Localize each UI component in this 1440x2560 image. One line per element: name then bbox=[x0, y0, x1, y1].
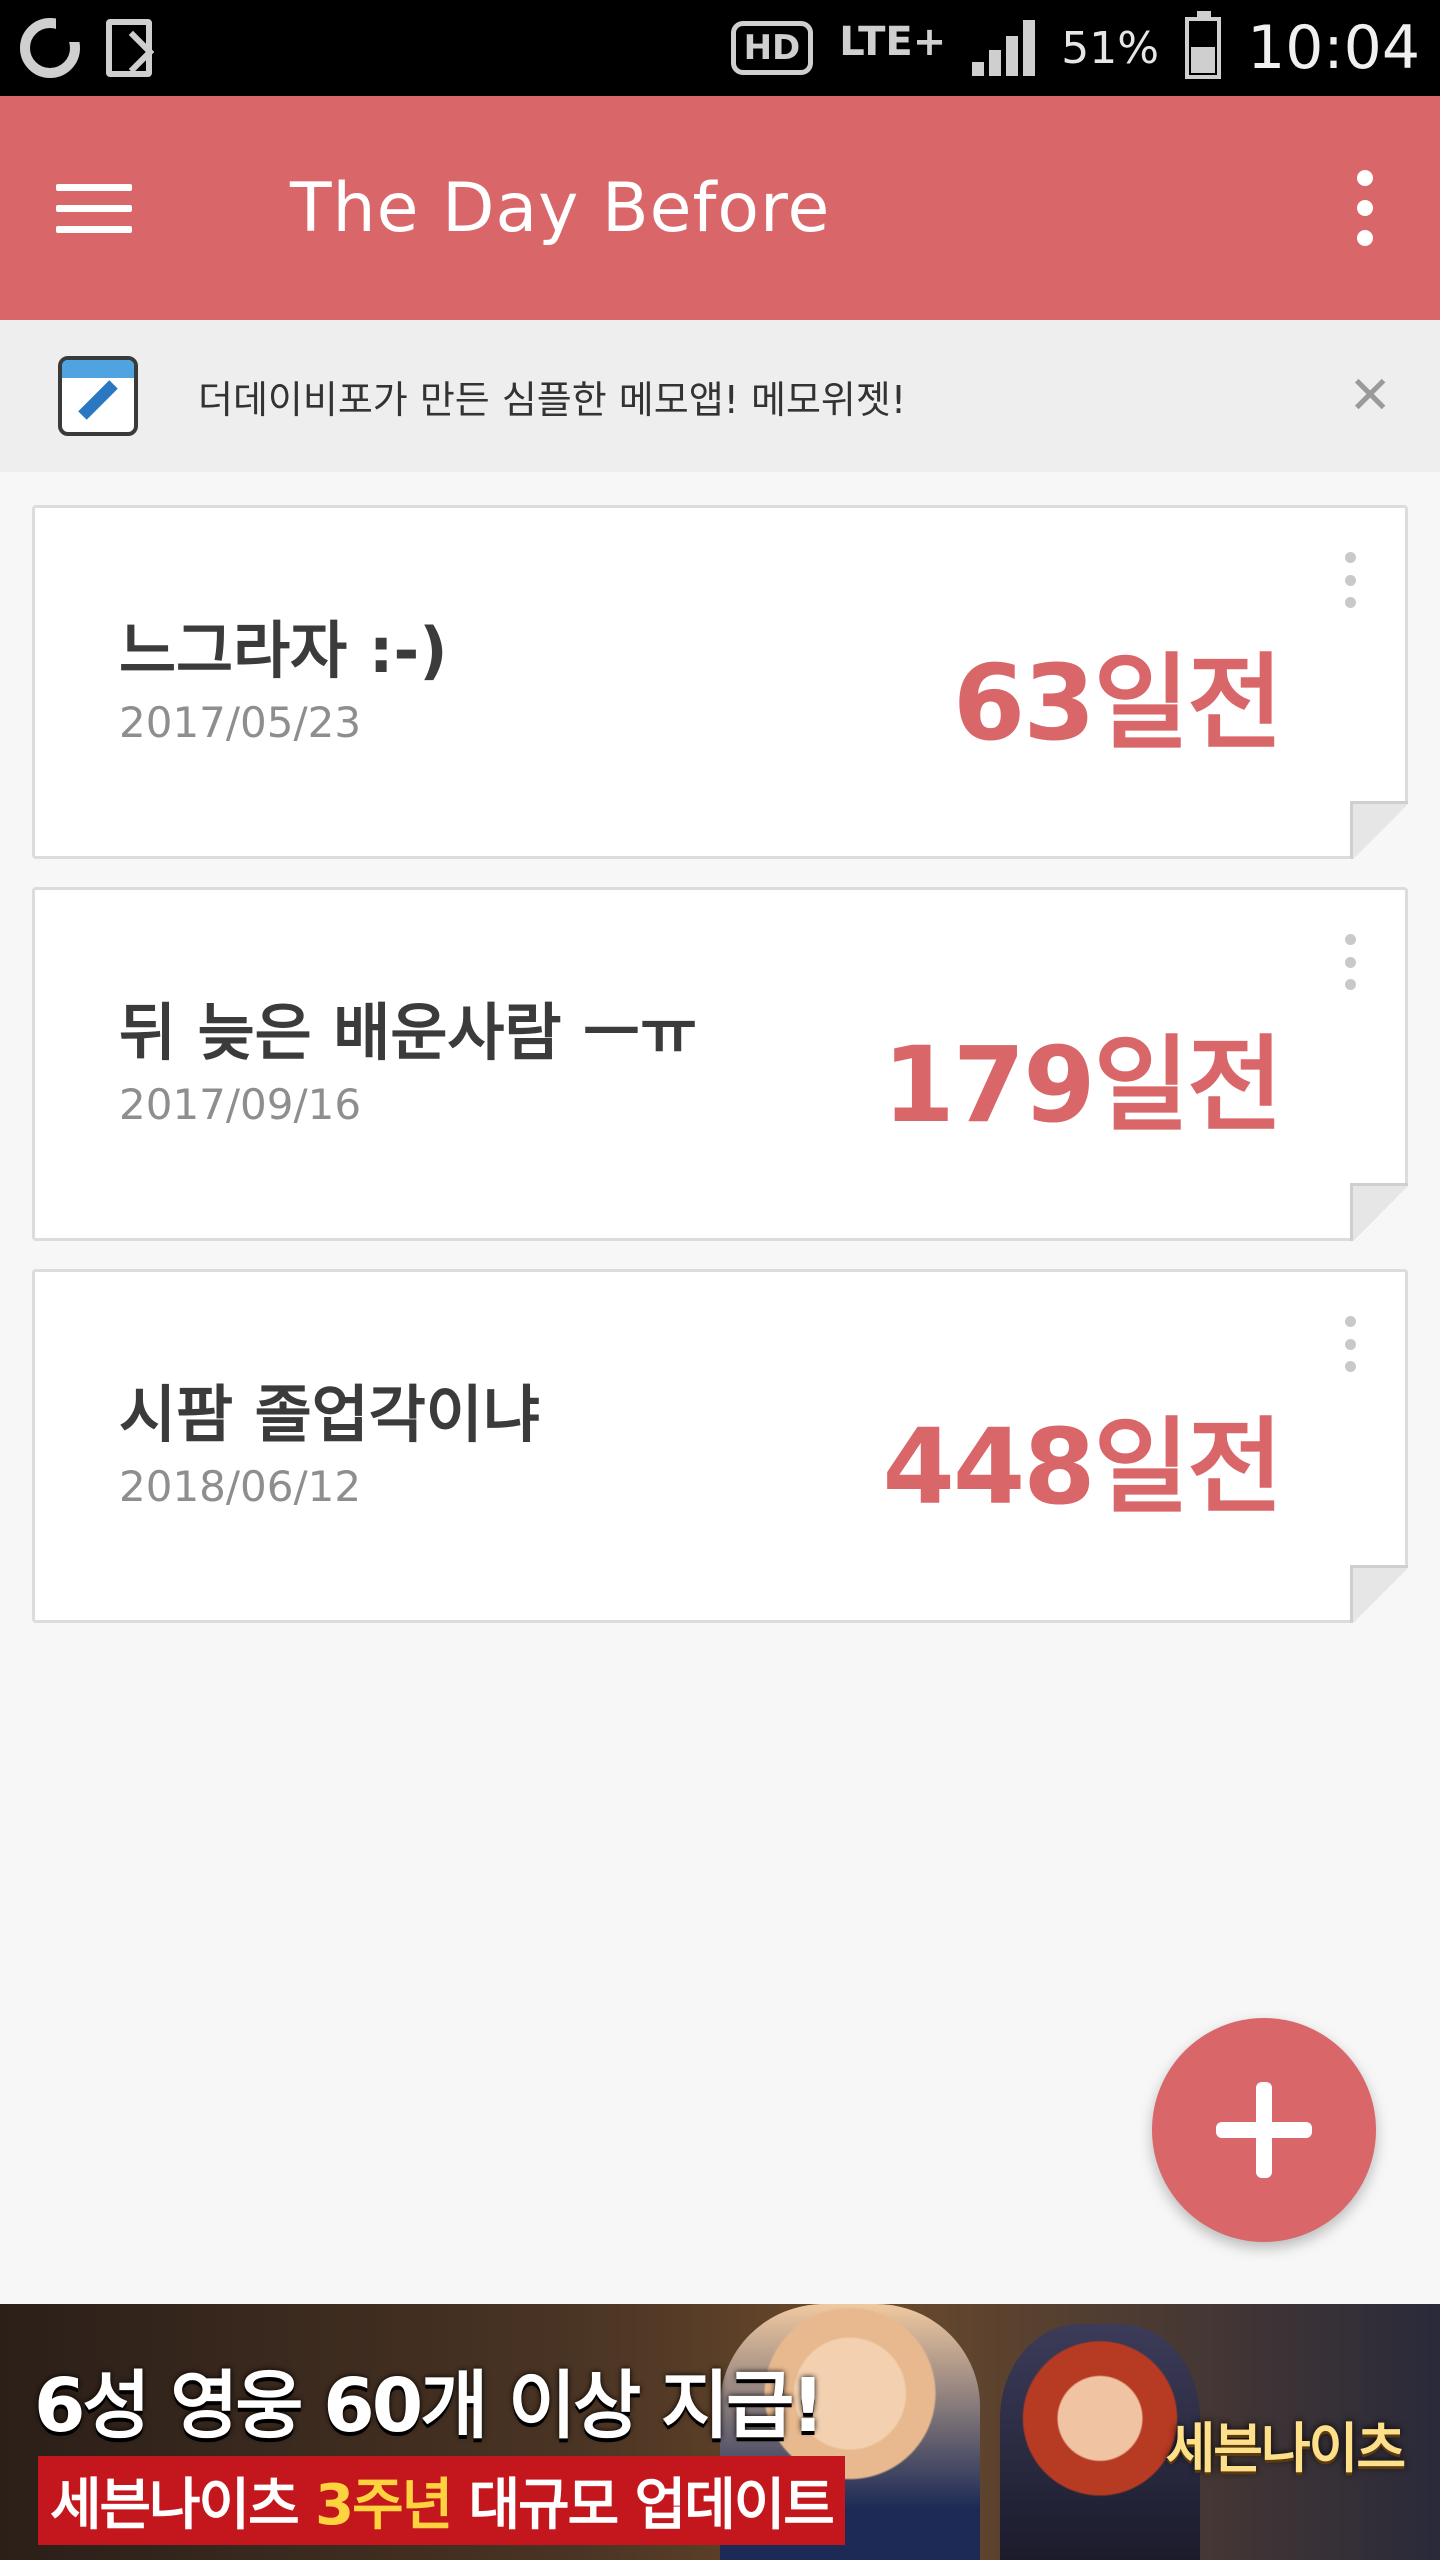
plus-icon bbox=[1216, 2082, 1312, 2178]
card-day-count: 63일전 bbox=[952, 642, 1283, 764]
promo-text: 더데이비포가 만든 심플한 메모앱! 메모위젯! bbox=[198, 377, 907, 422]
battery-percent: 51% bbox=[1061, 22, 1160, 74]
ad-sub-prefix: 세븐나이츠 bbox=[50, 2473, 316, 2538]
card-title: 시팜 졸업각이냐 bbox=[119, 1378, 540, 1451]
card-day-count: 179일전 bbox=[882, 1024, 1283, 1146]
status-right: HD LTE+ 51% 10:04 bbox=[730, 11, 1420, 83]
ad-logo: 세븐나이츠 bbox=[1165, 2417, 1406, 2480]
ad-subheadline: 세븐나이츠 3주년 대규모 업데이트 bbox=[38, 2456, 845, 2545]
card-more-icon[interactable] bbox=[1335, 1316, 1365, 1372]
card-title: 느그라자 :-) bbox=[119, 614, 448, 687]
clock: 10:04 bbox=[1247, 13, 1420, 83]
lte-icon: LTE+ bbox=[839, 19, 947, 65]
page-curl-icon bbox=[1350, 1183, 1408, 1241]
status-left bbox=[20, 16, 152, 78]
card-date: 2017/09/16 bbox=[119, 1080, 362, 1129]
dday-card[interactable]: 뒤 늦은 배운사람 ㅡㅠ 2017/09/16 179일전 bbox=[32, 887, 1408, 1241]
card-more-icon[interactable] bbox=[1335, 934, 1365, 990]
ad-banner[interactable]: 6성 영웅 60개 이상 지급! 세븐나이츠 3주년 대규모 업데이트 세븐나이… bbox=[0, 2304, 1440, 2560]
card-title: 뒤 늦은 배운사람 ㅡㅠ bbox=[119, 996, 698, 1069]
dday-card[interactable]: 시팜 졸업각이냐 2018/06/12 448일전 bbox=[32, 1269, 1408, 1623]
hamburger-menu-icon[interactable] bbox=[56, 152, 168, 264]
ad-sub-highlight: 3주년 bbox=[315, 2473, 453, 2538]
ad-headline: 6성 영웅 60개 이상 지급! bbox=[34, 2363, 825, 2449]
page-curl-icon bbox=[1350, 1565, 1408, 1623]
close-icon[interactable]: ✕ bbox=[1348, 366, 1392, 426]
add-dday-button[interactable] bbox=[1152, 2018, 1376, 2242]
ad-sub-suffix: 대규모 업데이트 bbox=[451, 2473, 835, 2538]
app-title: The Day Before bbox=[290, 168, 831, 248]
page-curl-icon bbox=[1350, 801, 1408, 859]
promo-banner[interactable]: 더데이비포가 만든 심플한 메모앱! 메모위젯! ✕ bbox=[0, 320, 1440, 472]
card-date: 2017/05/23 bbox=[119, 698, 362, 747]
o-app-icon bbox=[20, 16, 82, 78]
dday-card[interactable]: 느그라자 :-) 2017/05/23 63일전 bbox=[32, 505, 1408, 859]
card-day-count: 448일전 bbox=[882, 1406, 1283, 1528]
more-options-icon[interactable] bbox=[1330, 152, 1400, 264]
document-icon bbox=[106, 19, 152, 77]
battery-icon bbox=[1185, 11, 1222, 79]
card-date: 2018/06/12 bbox=[119, 1462, 362, 1511]
app-bar: The Day Before bbox=[0, 96, 1440, 320]
signal-icon bbox=[972, 20, 1036, 76]
memo-app-icon bbox=[58, 356, 138, 436]
card-more-icon[interactable] bbox=[1335, 552, 1365, 608]
status-bar: HD LTE+ 51% 10:04 bbox=[0, 0, 1440, 96]
hd-voice-icon: HD bbox=[730, 21, 814, 75]
